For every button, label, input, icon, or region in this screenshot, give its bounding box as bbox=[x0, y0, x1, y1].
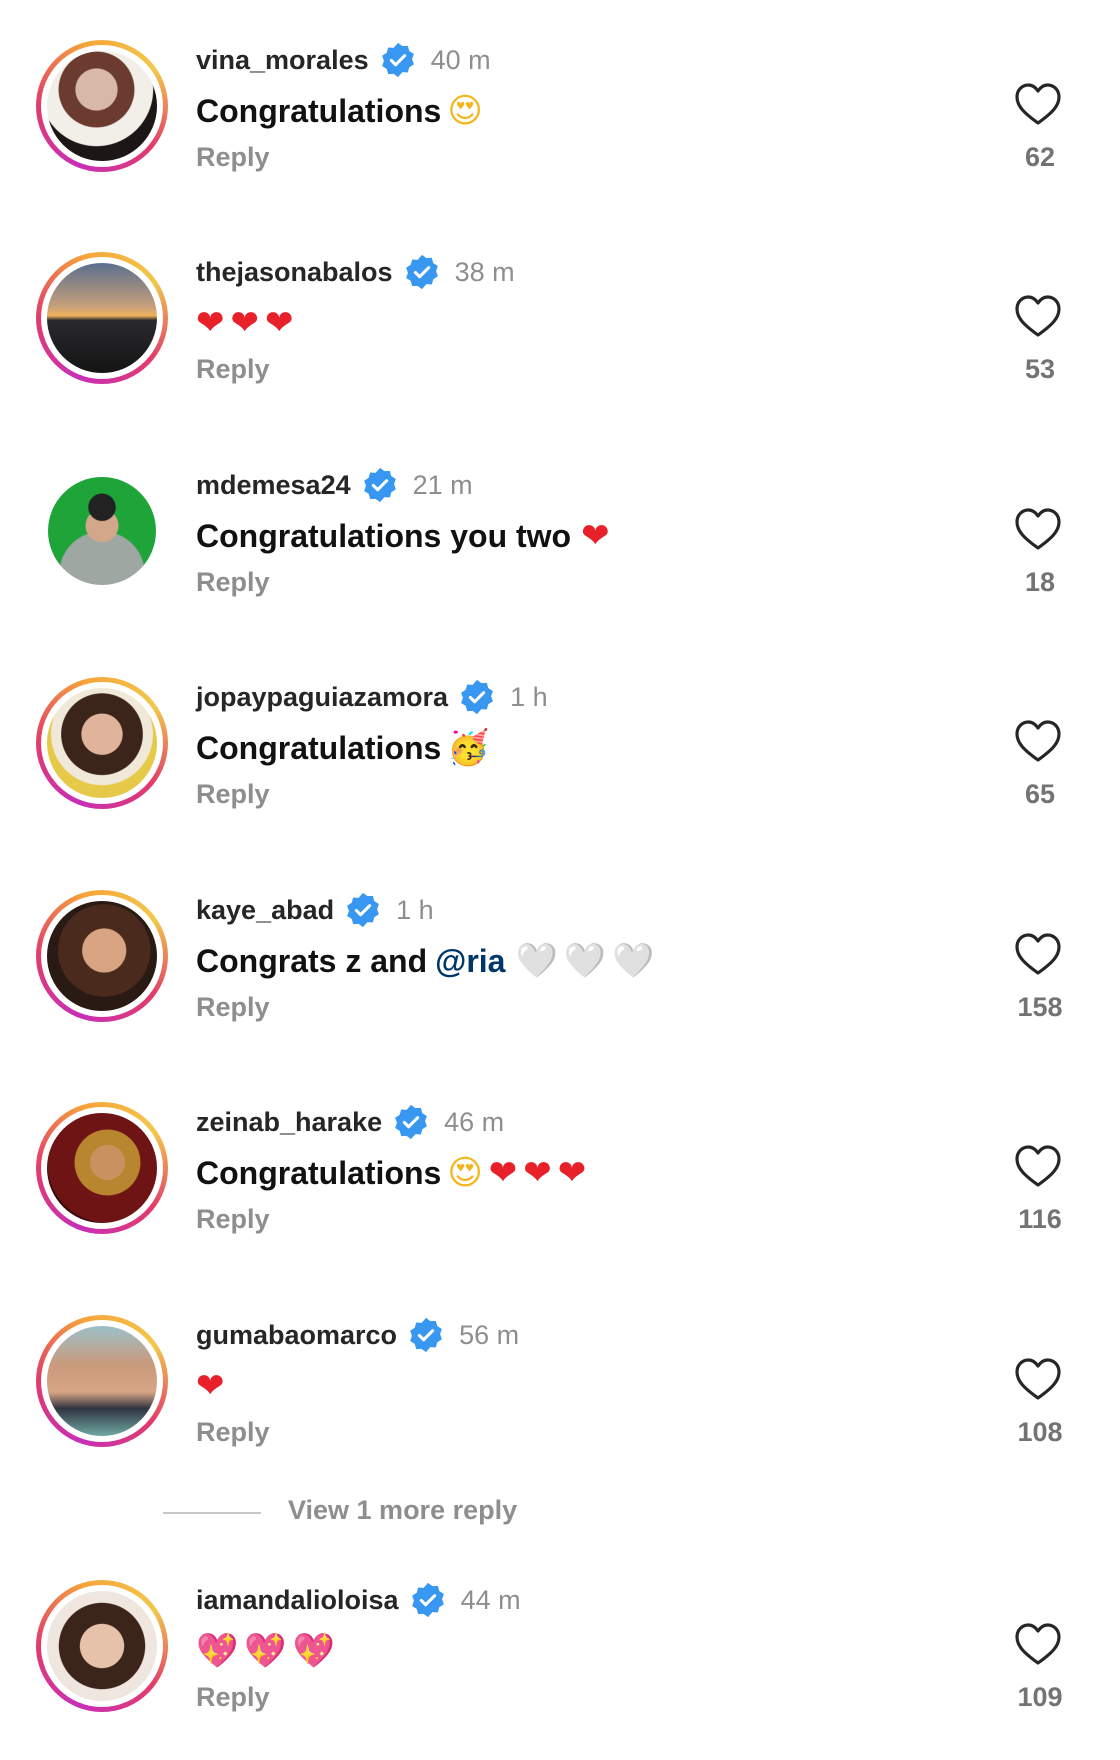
avatar[interactable] bbox=[36, 1580, 168, 1712]
comment-item: kaye_abad 1 h Congrats z and @ria 🤍 🤍 🤍 … bbox=[0, 890, 1120, 1070]
username[interactable]: zeinab_harake bbox=[196, 1107, 382, 1138]
mention-link[interactable]: @ria bbox=[435, 943, 505, 980]
verified-badge-icon bbox=[395, 1104, 427, 1140]
timestamp: 21 m bbox=[412, 469, 473, 500]
comment-text: Congrats z and bbox=[196, 942, 428, 979]
white-heart-emoji: 🤍 bbox=[515, 941, 558, 981]
heart-outline-icon[interactable] bbox=[1014, 507, 1062, 551]
red-heart-emoji: ❤ bbox=[230, 303, 260, 343]
comment-text: Congratulations bbox=[196, 1154, 442, 1191]
red-heart-emoji: ❤ bbox=[265, 303, 294, 343]
username[interactable]: iamandalioloisa bbox=[196, 1585, 399, 1616]
heart-outline-icon[interactable] bbox=[1014, 932, 1062, 976]
avatar[interactable] bbox=[36, 252, 168, 384]
timestamp: 44 m bbox=[460, 1584, 521, 1615]
white-heart-emoji: 🤍 bbox=[612, 941, 655, 981]
red-heart-emoji: ❤ bbox=[488, 1153, 518, 1193]
view-more-replies-label[interactable]: View 1 more reply bbox=[288, 1495, 517, 1526]
like-count: 109 bbox=[1017, 1682, 1063, 1712]
heart-outline-icon[interactable] bbox=[1014, 1357, 1062, 1401]
red-heart-emoji: ❤ bbox=[196, 1366, 225, 1406]
heart-outline-icon[interactable] bbox=[1014, 719, 1062, 763]
sparkling-heart-emoji: 💖 bbox=[292, 1631, 336, 1671]
party-face-emoji: 🥳 bbox=[447, 728, 490, 768]
timestamp: 1 h bbox=[396, 894, 434, 925]
like-count: 62 bbox=[1024, 142, 1056, 172]
timestamp: 40 m bbox=[430, 44, 491, 75]
username[interactable]: vina_morales bbox=[196, 45, 369, 76]
timestamp: 46 m bbox=[444, 1106, 505, 1137]
verified-badge-icon bbox=[411, 1582, 444, 1618]
timestamp: 38 m bbox=[454, 256, 515, 287]
reply-button[interactable]: Reply bbox=[196, 779, 270, 810]
white-heart-emoji: 🤍 bbox=[563, 941, 607, 981]
comment-text: Congratulations bbox=[196, 92, 442, 129]
like-count: 65 bbox=[1024, 779, 1056, 809]
reply-button[interactable]: Reply bbox=[196, 567, 270, 598]
comment-item: jopaypaguiazamora 1 h Congratulations 🥳 … bbox=[0, 677, 1120, 857]
red-heart-emoji: ❤ bbox=[557, 1153, 587, 1193]
verified-badge-icon bbox=[363, 467, 396, 503]
username[interactable]: mdemesa24 bbox=[196, 470, 351, 501]
timestamp: 56 m bbox=[459, 1319, 520, 1350]
avatar[interactable] bbox=[36, 1102, 168, 1234]
heart-eyes-emoji: 😍 bbox=[447, 1153, 483, 1193]
comment-item: zeinab_harake 46 m Congratulations 😍 ❤ ❤… bbox=[0, 1102, 1120, 1282]
comment-item: mdemesa24 21 m Congratulations you two ❤… bbox=[0, 465, 1120, 645]
avatar[interactable] bbox=[36, 890, 168, 1022]
heart-outline-icon[interactable] bbox=[1014, 1144, 1062, 1188]
like-count: 53 bbox=[1024, 354, 1056, 384]
like-count: 116 bbox=[1018, 1204, 1062, 1234]
verified-badge-icon bbox=[461, 679, 493, 715]
reply-button[interactable]: Reply bbox=[196, 992, 270, 1023]
red-heart-emoji: ❤ bbox=[523, 1153, 552, 1193]
heart-eyes-emoji: 😍 bbox=[447, 91, 483, 131]
avatar[interactable] bbox=[36, 465, 168, 597]
avatar[interactable] bbox=[36, 1315, 168, 1447]
heart-outline-icon[interactable] bbox=[1014, 82, 1062, 126]
heart-outline-icon[interactable] bbox=[1014, 294, 1062, 338]
reply-button[interactable]: Reply bbox=[196, 1204, 270, 1235]
reply-button[interactable]: Reply bbox=[196, 354, 270, 385]
view-more-replies[interactable]: View 1 more reply bbox=[0, 1490, 1120, 1534]
username[interactable]: gumabaomarco bbox=[196, 1320, 397, 1351]
username[interactable]: jopaypaguiazamora bbox=[196, 682, 448, 713]
divider-line bbox=[163, 1512, 261, 1514]
sparkling-heart-emoji: 💖 bbox=[196, 1631, 239, 1671]
comment-item: thejasonabalos 38 m ❤ ❤ ❤ Reply 53 bbox=[0, 252, 1120, 432]
comment-item: vina_morales 40 m Congratulations 😍 Repl… bbox=[0, 40, 1120, 220]
username[interactable]: kaye_abad bbox=[196, 895, 334, 926]
red-heart-emoji: ❤ bbox=[581, 516, 610, 556]
like-count: 158 bbox=[1017, 992, 1063, 1022]
red-heart-emoji: ❤ bbox=[196, 303, 225, 343]
comment-item: gumabaomarco 56 m ❤ Reply 108 bbox=[0, 1315, 1120, 1495]
reply-button[interactable]: Reply bbox=[196, 1682, 270, 1713]
username[interactable]: thejasonabalos bbox=[196, 257, 393, 288]
sparkling-heart-emoji: 💖 bbox=[244, 1631, 287, 1671]
verified-badge-icon bbox=[381, 42, 414, 78]
reply-button[interactable]: Reply bbox=[196, 142, 270, 173]
like-count: 108 bbox=[1017, 1417, 1063, 1447]
reply-button[interactable]: Reply bbox=[196, 1417, 270, 1448]
comment-item: iamandalioloisa 44 m 💖 💖 💖 Reply 109 bbox=[0, 1580, 1120, 1760]
verified-badge-icon bbox=[405, 254, 438, 290]
verified-badge-icon bbox=[347, 892, 379, 928]
timestamp: 1 h bbox=[510, 681, 548, 712]
comment-text: Congratulations you two bbox=[196, 517, 572, 554]
avatar[interactable] bbox=[36, 677, 168, 809]
verified-badge-icon bbox=[410, 1317, 442, 1353]
comment-text: Congratulations bbox=[196, 729, 442, 766]
heart-outline-icon[interactable] bbox=[1014, 1622, 1062, 1666]
like-count: 18 bbox=[1024, 567, 1056, 597]
avatar[interactable] bbox=[36, 40, 168, 172]
